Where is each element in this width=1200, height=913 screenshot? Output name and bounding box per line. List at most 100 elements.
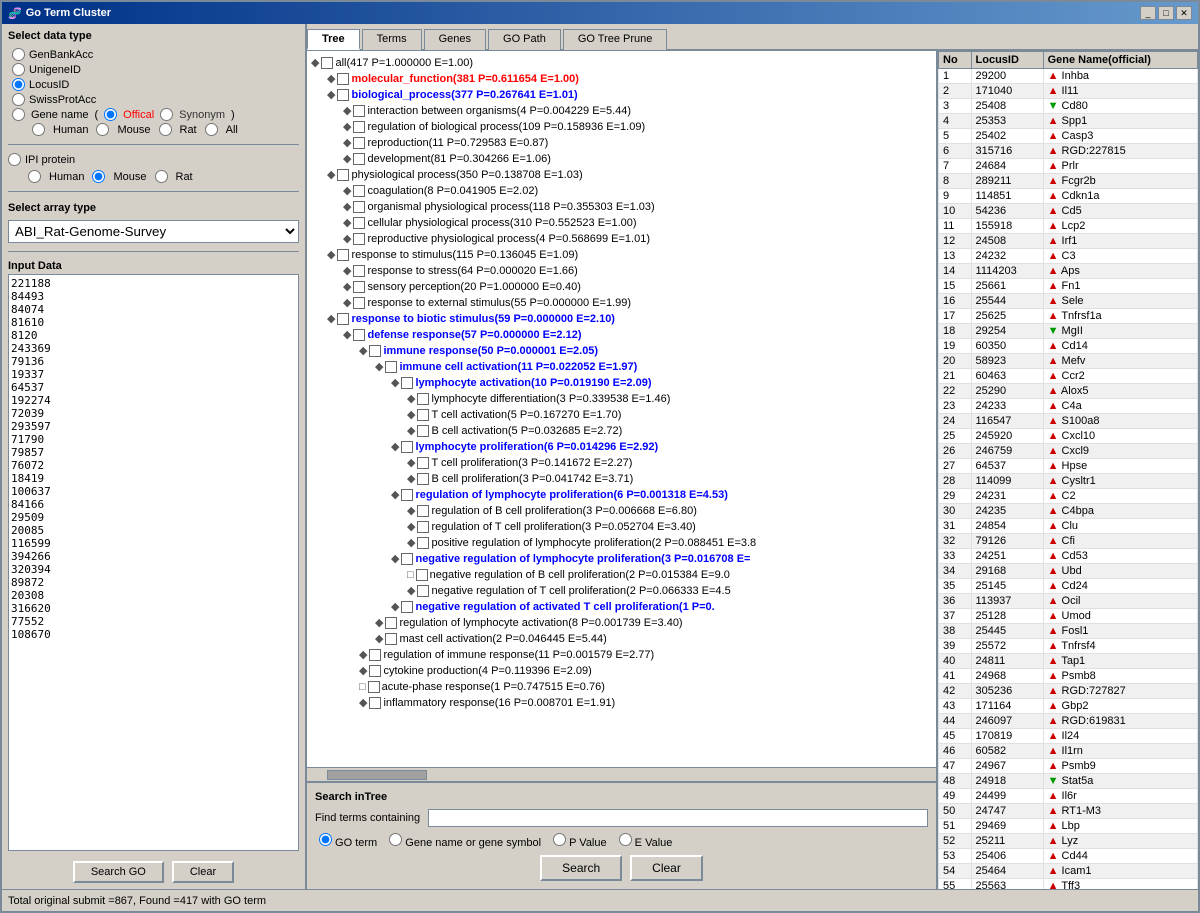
tree-item[interactable]: ◆organismal physiological process(118 P=… (311, 199, 932, 215)
table-row[interactable]: 47 24967 ▲ Psmb9 (939, 759, 1198, 774)
radio-ipi-human[interactable] (28, 170, 41, 183)
tree-item[interactable]: ◆response to stress(64 P=0.000020 E=1.66… (311, 263, 932, 279)
table-row[interactable]: 24 116547 ▲ S100a8 (939, 414, 1198, 429)
tree-item[interactable]: ◆physiological process(350 P=0.138708 E=… (311, 167, 932, 183)
tab-gotreeprune[interactable]: GO Tree Prune (563, 29, 668, 50)
table-row[interactable]: 32 79126 ▲ Cfi (939, 534, 1198, 549)
table-row[interactable]: 18 29254 ▼ MgII (939, 324, 1198, 339)
table-row[interactable]: 27 64537 ▲ Hpse (939, 459, 1198, 474)
tree-item[interactable]: ◆B cell activation(5 P=0.032685 E=2.72) (311, 423, 932, 439)
tree-item[interactable]: ◆reproduction(11 P=0.729583 E=0.87) (311, 135, 932, 151)
close-button[interactable]: ✕ (1176, 6, 1192, 20)
table-row[interactable]: 54 25464 ▲ Icam1 (939, 864, 1198, 879)
clear-button-search[interactable]: Clear (630, 855, 703, 881)
table-row[interactable]: 40 24811 ▲ Tap1 (939, 654, 1198, 669)
radio-official[interactable] (104, 108, 117, 121)
tree-item[interactable]: ◆T cell proliferation(3 P=0.141672 E=2.2… (311, 455, 932, 471)
radio-ipi[interactable] (8, 153, 21, 166)
table-row[interactable]: 30 24235 ▲ C4bpa (939, 504, 1198, 519)
table-row[interactable]: 45 170819 ▲ Il24 (939, 729, 1198, 744)
tree-item[interactable]: ◆regulation of biological process(109 P=… (311, 119, 932, 135)
table-row[interactable]: 42 305236 ▲ RGD:727827 (939, 684, 1198, 699)
radio-ipi-mouse[interactable] (92, 170, 105, 183)
tree-item[interactable]: ◆inflammatory response(16 P=0.008701 E=1… (311, 695, 932, 711)
minimize-button[interactable]: _ (1140, 6, 1156, 20)
table-row[interactable]: 6 315716 ▲ RGD:227815 (939, 144, 1198, 159)
tree-item[interactable]: ◆immune cell activation(11 P=0.022052 E=… (311, 359, 932, 375)
radio-gene-rat[interactable] (159, 123, 172, 136)
table-row[interactable]: 46 60582 ▲ Il1rn (939, 744, 1198, 759)
radio-gene-all[interactable] (205, 123, 218, 136)
tree-item[interactable]: ◆regulation of T cell proliferation(3 P=… (311, 519, 932, 535)
tree-scroll[interactable]: ◆all(417 P=1.000000 E=1.00)◆molecular_fu… (307, 51, 936, 767)
table-row[interactable]: 15 25661 ▲ Fn1 (939, 279, 1198, 294)
table-row[interactable]: 50 24747 ▲ RT1-M3 (939, 804, 1198, 819)
table-row[interactable]: 37 25128 ▲ Umod (939, 609, 1198, 624)
tree-item[interactable]: ◆molecular_function(381 P=0.611654 E=1.0… (311, 71, 932, 87)
tree-item[interactable]: ◆all(417 P=1.000000 E=1.00) (311, 55, 932, 71)
table-row[interactable]: 36 113937 ▲ Ocil (939, 594, 1198, 609)
table-row[interactable]: 23 24233 ▲ C4a (939, 399, 1198, 414)
tree-item[interactable]: ◆immune response(50 P=0.000001 E=2.05) (311, 343, 932, 359)
tree-item[interactable]: ◆regulation of immune response(11 P=0.00… (311, 647, 932, 663)
radio-ipi-rat[interactable] (155, 170, 168, 183)
array-select[interactable]: ABI_Rat-Genome-Survey (8, 220, 299, 243)
table-row[interactable]: 8 289211 ▲ Fcgr2b (939, 174, 1198, 189)
tree-item[interactable]: ◆mast cell activation(2 P=0.046445 E=5.4… (311, 631, 932, 647)
table-row[interactable]: 43 171164 ▲ Gbp2 (939, 699, 1198, 714)
table-row[interactable]: 20 58923 ▲ Mefv (939, 354, 1198, 369)
table-row[interactable]: 2 171040 ▲ Il11 (939, 84, 1198, 99)
table-row[interactable]: 49 24499 ▲ Il6r (939, 789, 1198, 804)
radio-genbank[interactable] (12, 48, 25, 61)
table-row[interactable]: 1 29200 ▲ Inhba (939, 69, 1198, 84)
clear-button-left[interactable]: Clear (172, 861, 234, 883)
table-row[interactable]: 11 155918 ▲ Lcp2 (939, 219, 1198, 234)
tree-item[interactable]: ◆interaction between organisms(4 P=0.004… (311, 103, 932, 119)
radio-pvalue[interactable] (553, 833, 566, 846)
tab-genes[interactable]: Genes (424, 29, 486, 50)
table-row[interactable]: 55 25563 ▲ Tff3 (939, 879, 1198, 890)
tree-item[interactable]: ◆development(81 P=0.304266 E=1.06) (311, 151, 932, 167)
hscroll-thumb[interactable] (327, 770, 427, 780)
table-row[interactable]: 12 24508 ▲ Irf1 (939, 234, 1198, 249)
table-row[interactable]: 26 246759 ▲ Cxcl9 (939, 444, 1198, 459)
table-row[interactable]: 13 24232 ▲ C3 (939, 249, 1198, 264)
table-row[interactable]: 19 60350 ▲ Cd14 (939, 339, 1198, 354)
radio-synonym[interactable] (160, 108, 173, 121)
table-row[interactable]: 4 25353 ▲ Spp1 (939, 114, 1198, 129)
tree-item[interactable]: ◆negative regulation of T cell prolifera… (311, 583, 932, 599)
tree-item[interactable]: ◆cellular physiological process(310 P=0.… (311, 215, 932, 231)
tree-item[interactable]: ◆sensory perception(20 P=1.000000 E=0.40… (311, 279, 932, 295)
radio-swissprot[interactable] (12, 93, 25, 106)
radio-evalue[interactable] (619, 833, 632, 846)
input-textarea[interactable]: 221188 84493 84074 81610 8120 243369 791… (8, 274, 299, 851)
tree-item[interactable]: ◆negative regulation of lymphocyte proli… (311, 551, 932, 567)
tree-item[interactable]: ◆defense response(57 P=0.000000 E=2.12) (311, 327, 932, 343)
table-row[interactable]: 39 25572 ▲ Tnfrsf4 (939, 639, 1198, 654)
tab-terms[interactable]: Terms (362, 29, 422, 50)
tree-item[interactable]: ◆negative regulation of activated T cell… (311, 599, 932, 615)
table-row[interactable]: 41 24968 ▲ Psmb8 (939, 669, 1198, 684)
tree-item[interactable]: ◆reproductive physiological process(4 P=… (311, 231, 932, 247)
tree-hscrollbar[interactable] (307, 767, 936, 781)
tree-item[interactable]: ◆lymphocyte differentiation(3 P=0.339538… (311, 391, 932, 407)
tree-item[interactable]: ◆regulation of lymphocyte proliferation(… (311, 487, 932, 503)
radio-gene-name[interactable] (389, 833, 402, 846)
tree-item[interactable]: ◆regulation of lymphocyte activation(8 P… (311, 615, 932, 631)
radio-gene[interactable] (12, 108, 25, 121)
table-row[interactable]: 44 246097 ▲ RGD:619831 (939, 714, 1198, 729)
table-row[interactable]: 16 25544 ▲ Sele (939, 294, 1198, 309)
table-row[interactable]: 35 25145 ▲ Cd24 (939, 579, 1198, 594)
tree-item[interactable]: ◆cytokine production(4 P=0.119396 E=2.09… (311, 663, 932, 679)
tree-item[interactable]: ◆regulation of B cell proliferation(3 P=… (311, 503, 932, 519)
tab-gopath[interactable]: GO Path (488, 29, 561, 50)
table-row[interactable]: 10 54236 ▲ Cd5 (939, 204, 1198, 219)
table-row[interactable]: 14 1114203 ▲ Aps (939, 264, 1198, 279)
tree-item[interactable]: ◆T cell activation(5 P=0.167270 E=1.70) (311, 407, 932, 423)
table-row[interactable]: 38 25445 ▲ Fosl1 (939, 624, 1198, 639)
table-row[interactable]: 7 24684 ▲ Prlr (939, 159, 1198, 174)
tree-item[interactable]: ◆response to biotic stimulus(59 P=0.0000… (311, 311, 932, 327)
tree-item[interactable]: ◆response to stimulus(115 P=0.136045 E=1… (311, 247, 932, 263)
table-row[interactable]: 29 24231 ▲ C2 (939, 489, 1198, 504)
table-row[interactable]: 22 25290 ▲ Alox5 (939, 384, 1198, 399)
